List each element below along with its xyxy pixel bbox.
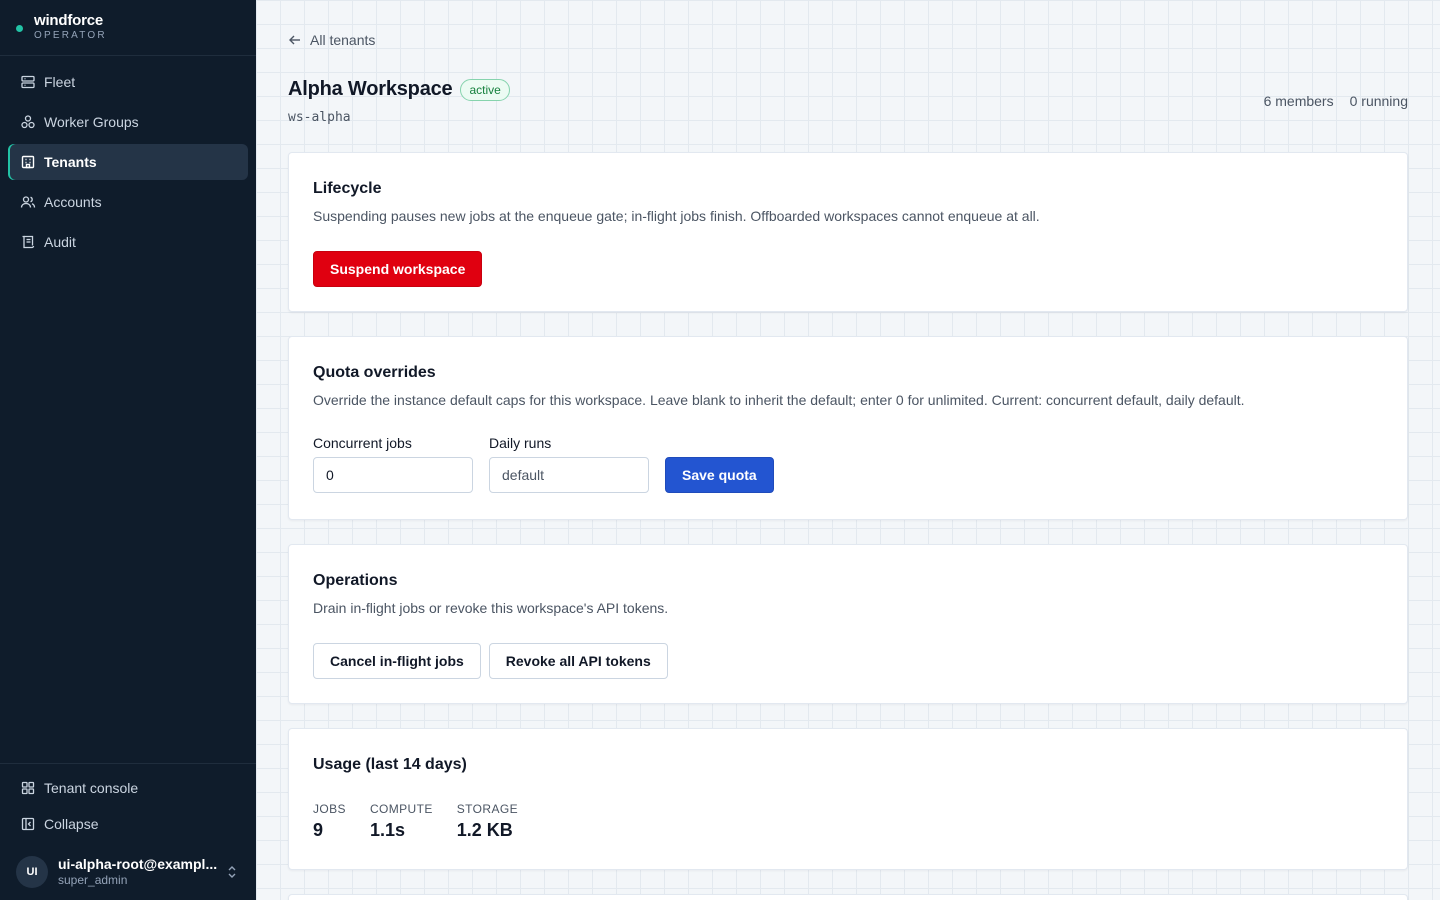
sidebar-item-label: Accounts [44, 194, 102, 210]
metric-label: JOBS [313, 802, 346, 816]
brand[interactable]: windforce OPERATOR [0, 0, 256, 56]
sidebar-item-fleet[interactable]: Fleet [8, 64, 248, 100]
avatar: UI [16, 856, 48, 888]
brand-name: windforce [34, 12, 104, 29]
server-icon [20, 74, 36, 90]
tenant-console-link[interactable]: Tenant console [8, 772, 248, 804]
metric-compute: COMPUTE 1.1s [370, 801, 433, 841]
concurrent-jobs-field: Concurrent jobs [313, 435, 473, 493]
sidebar-item-label: Tenants [44, 154, 97, 170]
lifecycle-card: Lifecycle Suspending pauses new jobs at … [288, 152, 1408, 312]
concurrent-jobs-label: Concurrent jobs [313, 435, 412, 451]
arrow-left-icon [289, 35, 300, 45]
usage-title: Usage (last 14 days) [313, 756, 467, 773]
revoke-api-tokens-button[interactable]: Revoke all API tokens [488, 643, 668, 679]
cluster-icon [20, 114, 36, 130]
title-row: Alpha Workspace active [288, 78, 510, 101]
cancel-inflight-jobs-button[interactable]: Cancel in-flight jobs [313, 643, 481, 679]
collapse-icon [20, 816, 36, 832]
suspend-workspace-button[interactable]: Suspend workspace [313, 251, 483, 287]
sidebar: windforce OPERATOR Fleet Worker Groups T… [0, 0, 256, 900]
quota-card: Quota overrides Override the instance de… [288, 336, 1408, 520]
metric-value: 9 [313, 820, 324, 840]
operations-title: Operations [313, 572, 398, 589]
running-count: 0 running [1349, 93, 1408, 109]
user-role: super_admin [58, 873, 128, 887]
quota-form: Concurrent jobs Daily runs Save quota [313, 435, 1383, 493]
brand-status-dot [16, 25, 23, 32]
metric-value: 1.1s [369, 820, 405, 840]
grid-icon [20, 780, 36, 796]
sidebar-item-label: Fleet [44, 74, 76, 90]
back-link-label: All tenants [310, 32, 376, 48]
daily-runs-label: Daily runs [489, 435, 552, 451]
usage-card: Usage (last 14 days) JOBS 9 COMPUTE 1.1s… [288, 728, 1408, 870]
collapse-label: Collapse [44, 816, 99, 832]
sidebar-item-accounts[interactable]: Accounts [8, 184, 248, 220]
lifecycle-description: Suspending pauses new jobs at the enqueu… [313, 208, 1040, 224]
members-count: 6 members [1263, 93, 1334, 109]
sidebar-item-tenants[interactable]: Tenants [8, 144, 248, 180]
operations-card: Operations Drain in-flight jobs or revok… [288, 544, 1408, 704]
collapse-button[interactable]: Collapse [8, 808, 248, 840]
sidebar-item-audit[interactable]: Audit [8, 224, 248, 260]
user-menu[interactable]: UI ui-alpha-root@exampl... super_admin [8, 844, 248, 900]
users-icon [20, 194, 36, 210]
sidebar-nav: Fleet Worker Groups Tenants Accounts Aud… [0, 56, 256, 260]
brand-subtitle: OPERATOR [34, 30, 107, 41]
metric-label: COMPUTE [369, 802, 433, 816]
metric-jobs: JOBS 9 [313, 801, 346, 841]
daily-runs-input[interactable] [489, 457, 649, 493]
sidebar-item-label: Audit [44, 234, 76, 250]
concurrent-jobs-input[interactable] [313, 457, 473, 493]
main-content: All tenants Alpha Workspace active ws-al… [256, 0, 1440, 900]
chevron-up-down-icon [228, 866, 236, 878]
sidebar-item-worker-groups[interactable]: Worker Groups [8, 104, 248, 140]
page-title: Alpha Workspace [288, 78, 453, 100]
next-card [288, 894, 1408, 900]
save-quota-button[interactable]: Save quota [665, 457, 774, 493]
metric-value: 1.2 KB [456, 820, 513, 840]
back-link[interactable]: All tenants [288, 32, 375, 48]
daily-runs-field: Daily runs [489, 435, 649, 493]
lifecycle-title: Lifecycle [313, 180, 382, 197]
usage-metrics: JOBS 9 COMPUTE 1.1s STORAGE 1.2 KB [313, 801, 1383, 841]
metric-storage: STORAGE 1.2 KB [457, 801, 518, 841]
building-icon [20, 154, 36, 170]
quota-description: Override the instance default caps for t… [313, 392, 1245, 408]
user-email: ui-alpha-root@exampl... [58, 856, 218, 872]
sidebar-item-label: Worker Groups [44, 114, 139, 130]
quota-title: Quota overrides [313, 364, 436, 381]
status-badge: active [460, 78, 510, 101]
workspace-slug: ws-alpha [288, 110, 351, 125]
tenant-console-label: Tenant console [44, 780, 139, 796]
operations-description: Drain in-flight jobs or revoke this work… [313, 600, 669, 616]
metric-label: STORAGE [456, 802, 519, 816]
scroll-icon [20, 234, 36, 250]
workspace-stats: 6 members 0 running [1264, 93, 1408, 109]
sidebar-footer: Tenant console Collapse UI ui-alpha-root… [0, 763, 256, 900]
